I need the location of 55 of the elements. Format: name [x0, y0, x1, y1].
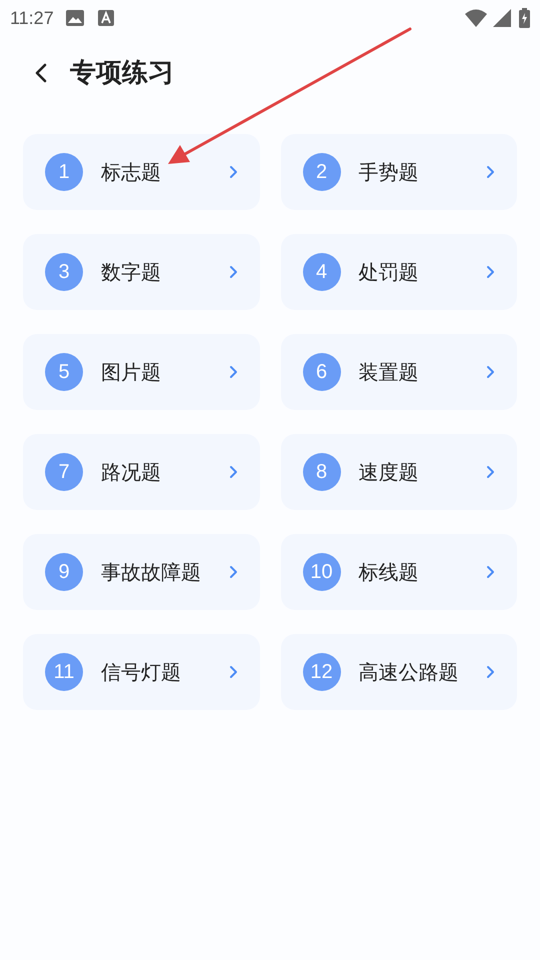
category-card[interactable]: 1 标志题: [23, 134, 260, 210]
category-label: 手势题: [358, 159, 418, 186]
category-label: 标志题: [101, 159, 161, 186]
chevron-right-icon: [228, 165, 238, 179]
category-label: 事故故障题: [101, 559, 201, 586]
number-badge: 9: [45, 553, 83, 591]
battery-icon: [519, 8, 530, 28]
category-card[interactable]: 10 标线题: [280, 534, 517, 610]
chevron-right-icon: [486, 165, 495, 179]
category-card[interactable]: 3 数字题: [23, 234, 260, 310]
number-badge: 1: [45, 153, 83, 191]
number-badge: 3: [45, 253, 83, 291]
signal-icon: [493, 9, 511, 27]
category-card[interactable]: 7 路况题: [23, 434, 260, 510]
number-badge: 8: [302, 453, 340, 491]
chevron-right-icon: [486, 265, 495, 279]
number-badge: 11: [45, 653, 83, 691]
chevron-right-icon: [486, 665, 495, 679]
chevron-right-icon: [486, 565, 495, 579]
chevron-right-icon: [228, 465, 238, 479]
chevron-right-icon: [228, 665, 238, 679]
category-card[interactable]: 12 高速公路题: [280, 634, 517, 710]
number-badge: 7: [45, 453, 83, 491]
wifi-icon: [465, 9, 487, 27]
category-card[interactable]: 6 装置题: [280, 334, 517, 410]
category-label: 标线题: [358, 559, 418, 586]
number-badge: 10: [302, 553, 340, 591]
category-card[interactable]: 9 事故故障题: [23, 534, 260, 610]
font-icon: [98, 10, 114, 26]
number-badge: 6: [302, 353, 340, 391]
category-card[interactable]: 11 信号灯题: [23, 634, 260, 710]
number-badge: 2: [302, 153, 340, 191]
category-label: 处罚题: [358, 259, 418, 286]
category-card[interactable]: 2 手势题: [280, 134, 517, 210]
image-icon: [66, 10, 84, 26]
category-label: 信号灯题: [101, 659, 181, 686]
status-time: 11:27: [10, 6, 54, 30]
category-label: 图片题: [101, 359, 161, 386]
page-title: 专项练习: [70, 56, 174, 90]
chevron-right-icon: [486, 465, 495, 479]
category-card[interactable]: 4 处罚题: [280, 234, 517, 310]
number-badge: 4: [302, 253, 340, 291]
category-card[interactable]: 5 图片题: [23, 334, 260, 410]
chevron-right-icon: [228, 365, 238, 379]
category-label: 路况题: [101, 459, 161, 486]
category-label: 高速公路题: [358, 659, 458, 686]
category-label: 装置题: [358, 359, 418, 386]
category-card[interactable]: 8 速度题: [280, 434, 517, 510]
category-label: 速度题: [358, 459, 418, 486]
category-label: 数字题: [101, 259, 161, 286]
number-badge: 12: [302, 653, 340, 691]
chevron-right-icon: [486, 365, 495, 379]
number-badge: 5: [45, 353, 83, 391]
chevron-right-icon: [228, 265, 238, 279]
chevron-right-icon: [228, 565, 238, 579]
